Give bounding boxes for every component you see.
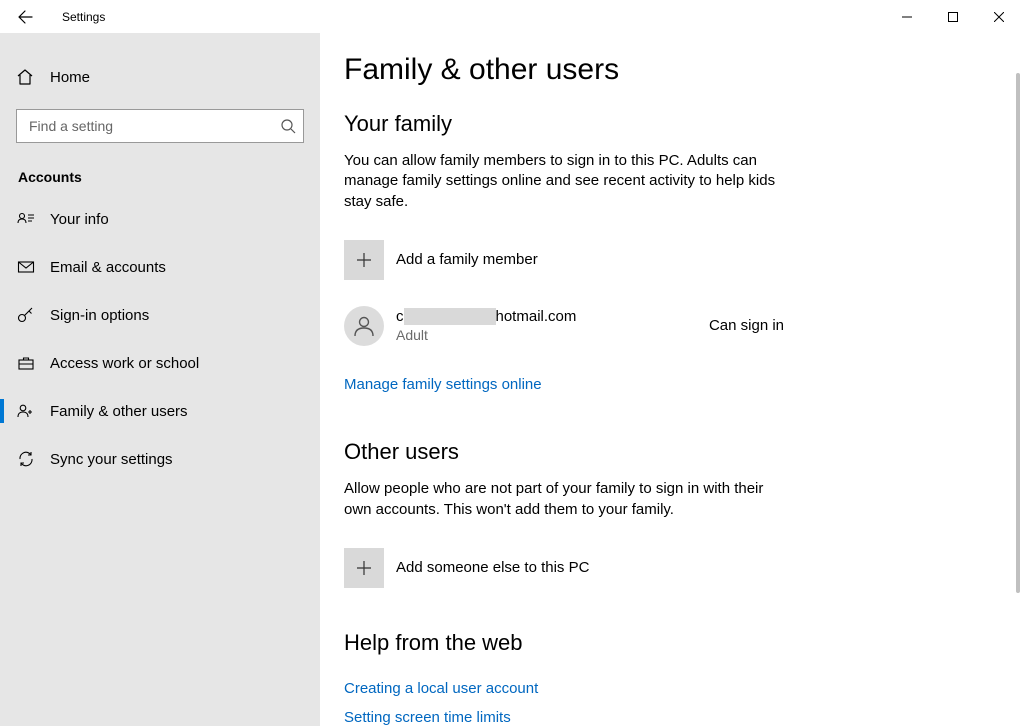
sidebar-item-your-info[interactable]: Your info [0, 195, 320, 243]
window-title: Settings [62, 10, 105, 24]
main-panel: Family & other users Your family You can… [320, 33, 1022, 726]
add-family-member-row[interactable]: Add a family member [344, 240, 998, 280]
close-icon [994, 12, 1004, 22]
scrollbar[interactable] [1018, 33, 1022, 726]
sidebar-group-label: Accounts [0, 155, 320, 195]
sidebar-item-sync-settings[interactable]: Sync your settings [0, 435, 320, 483]
add-other-user-label: Add someone else to this PC [396, 559, 589, 576]
people-icon [16, 402, 36, 420]
user-email-suffix: hotmail.com [496, 308, 577, 325]
add-button[interactable] [344, 240, 384, 280]
mail-icon [16, 258, 36, 276]
user-email: c hotmail.com [396, 308, 709, 325]
close-button[interactable] [976, 0, 1022, 33]
sidebar-item-access-work-school[interactable]: Access work or school [0, 339, 320, 387]
scrollbar-thumb[interactable] [1016, 73, 1020, 593]
help-link-screen-time[interactable]: Setting screen time limits [344, 705, 998, 726]
add-other-user-row[interactable]: Add someone else to this PC [344, 548, 998, 588]
search-input[interactable] [16, 109, 304, 143]
home-nav[interactable]: Home [0, 57, 320, 97]
help-link-local-user[interactable]: Creating a local user account [344, 676, 998, 702]
add-family-member-label: Add a family member [396, 251, 538, 268]
briefcase-icon [16, 354, 36, 372]
search-icon [280, 118, 296, 134]
sidebar-item-label: Access work or school [50, 355, 199, 372]
home-icon [16, 68, 36, 86]
maximize-button[interactable] [930, 0, 976, 33]
key-icon [16, 306, 36, 324]
family-user-row[interactable]: c hotmail.com Adult Can sign in [344, 306, 784, 346]
sidebar-item-email-accounts[interactable]: Email & accounts [0, 243, 320, 291]
plus-icon [355, 251, 373, 269]
sidebar-item-label: Email & accounts [50, 259, 166, 276]
redacted-block [404, 308, 496, 325]
sidebar-item-label: Sign-in options [50, 307, 149, 324]
minimize-button[interactable] [884, 0, 930, 33]
search-field[interactable] [16, 109, 304, 143]
user-role: Adult [396, 327, 709, 343]
add-button[interactable] [344, 548, 384, 588]
other-blurb: Allow people who are not part of your fa… [344, 479, 784, 520]
family-blurb: You can allow family members to sign in … [344, 151, 784, 212]
manage-family-link[interactable]: Manage family settings online [344, 372, 542, 398]
sidebar-item-family-other-users[interactable]: Family & other users [0, 387, 320, 435]
arrow-left-icon [17, 9, 33, 25]
back-button[interactable] [0, 0, 50, 33]
sidebar-item-label: Your info [50, 211, 109, 228]
sidebar-item-signin-options[interactable]: Sign-in options [0, 291, 320, 339]
user-email-prefix: c [396, 308, 404, 325]
user-status: Can sign in [709, 317, 784, 334]
page-title: Family & other users [344, 53, 998, 87]
plus-icon [355, 559, 373, 577]
sidebar-item-label: Sync your settings [50, 451, 173, 468]
maximize-icon [948, 12, 958, 22]
sidebar: Home Accounts Your info Email & accounts [0, 33, 320, 726]
section-heading-help: Help from the web [344, 630, 998, 656]
person-card-icon [16, 210, 36, 228]
section-heading-other: Other users [344, 439, 998, 465]
person-icon [352, 314, 376, 338]
minimize-icon [902, 12, 912, 22]
avatar [344, 306, 384, 346]
home-label: Home [50, 69, 90, 86]
sync-icon [16, 450, 36, 468]
section-heading-family: Your family [344, 111, 998, 137]
sidebar-item-label: Family & other users [50, 403, 188, 420]
titlebar: Settings [0, 0, 1022, 33]
